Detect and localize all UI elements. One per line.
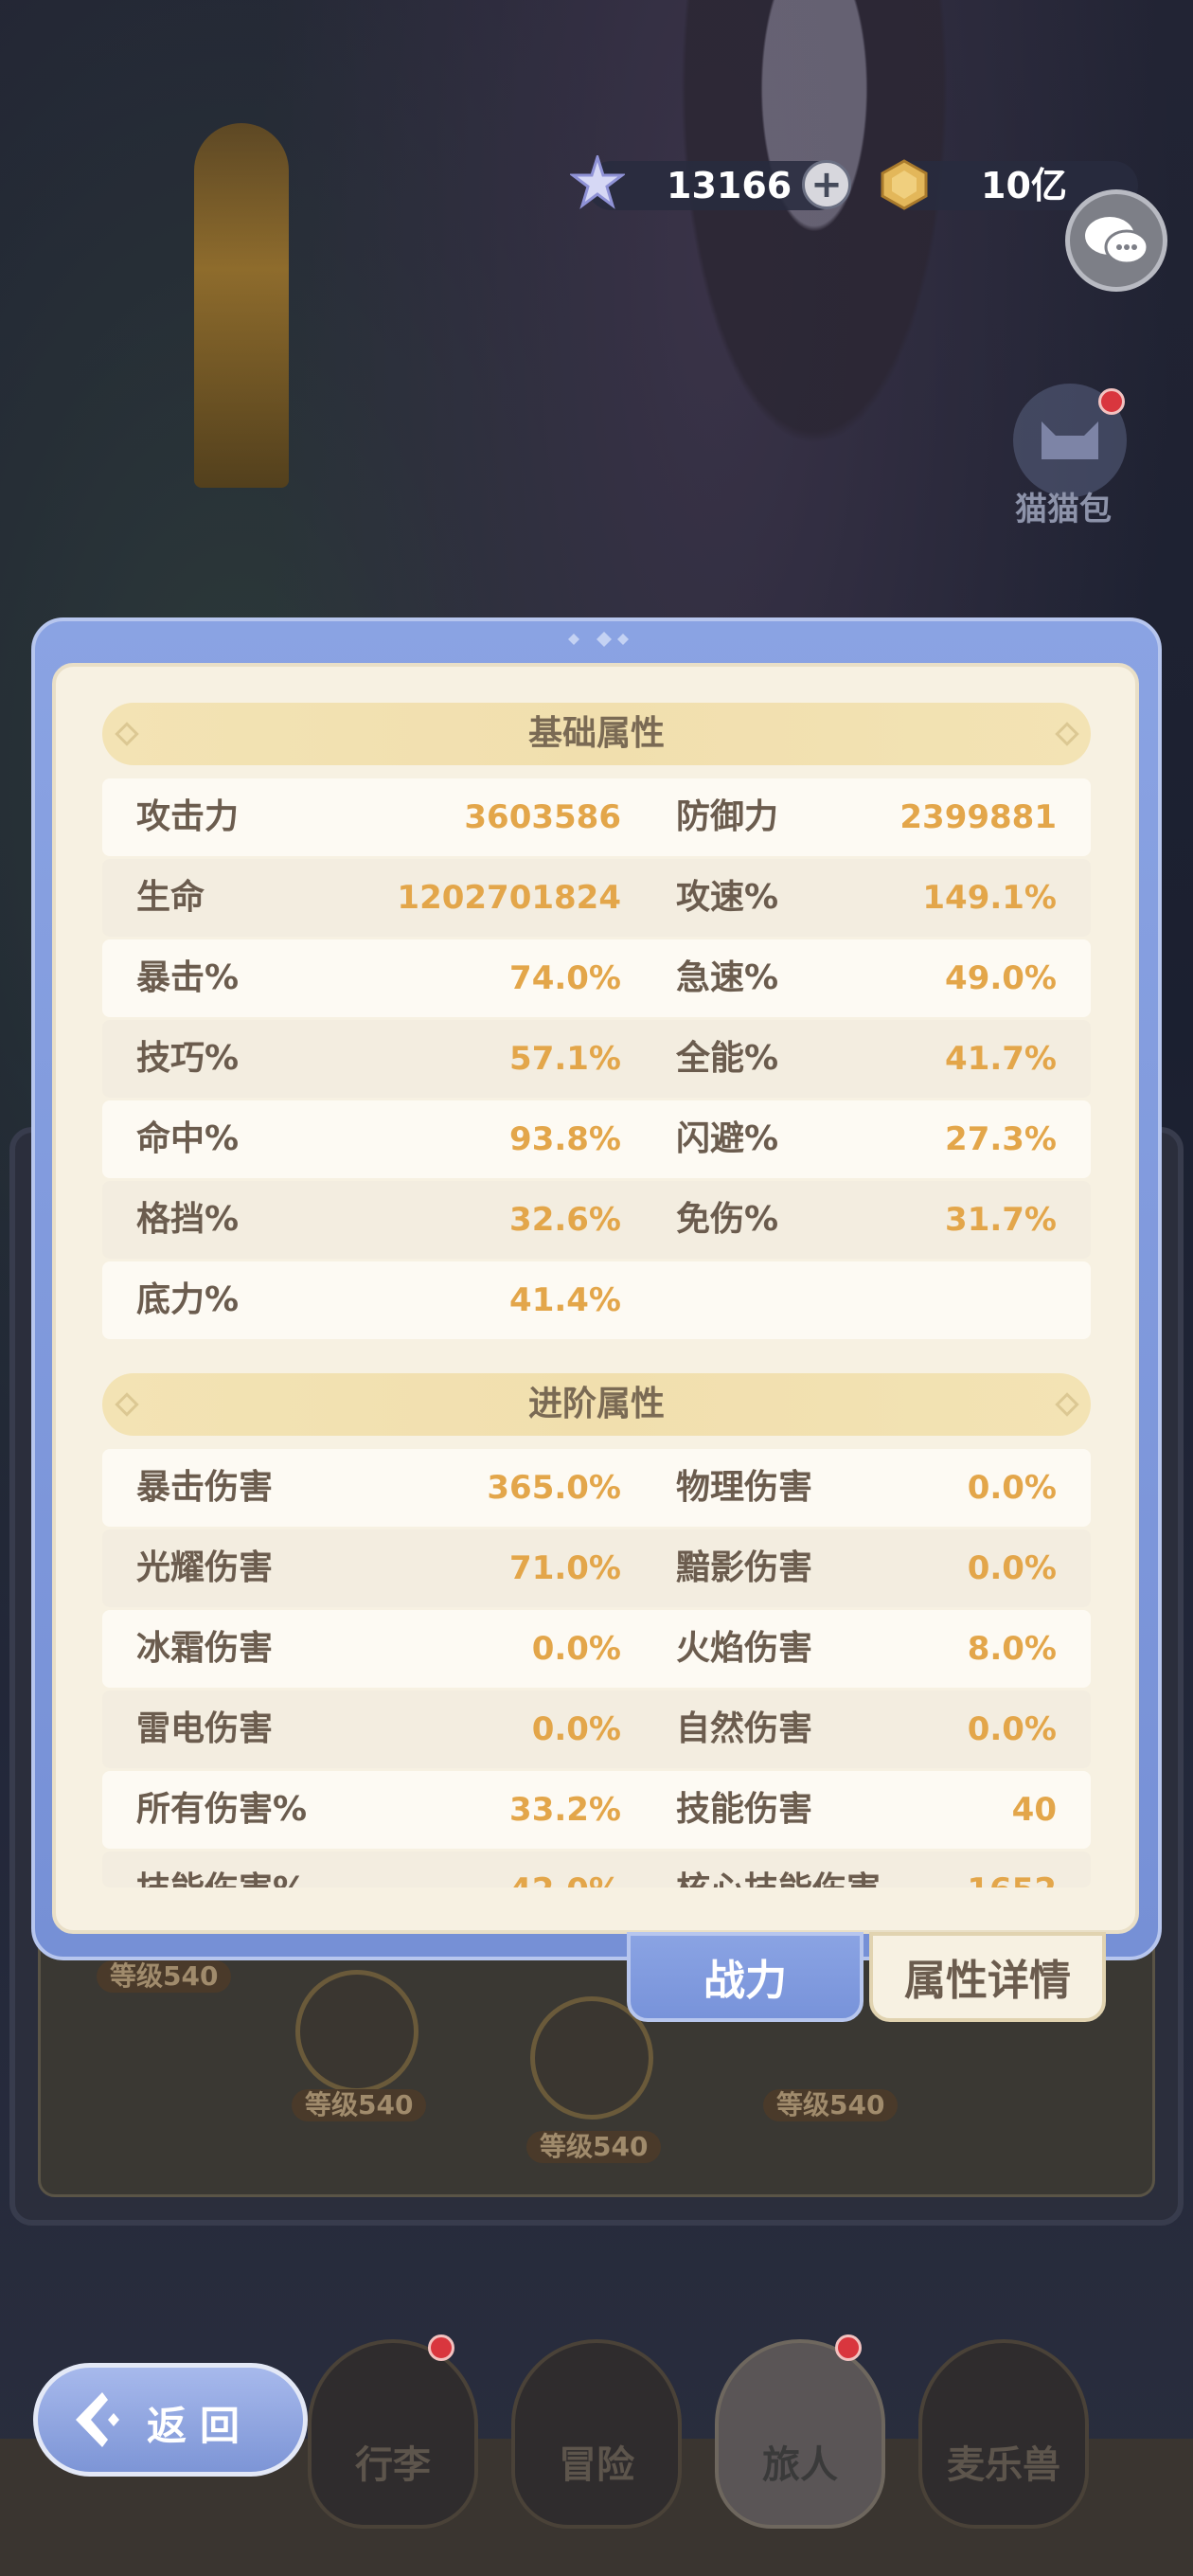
attribute-row: 技巧% 57.1% 全能% 41.7%	[102, 1020, 1091, 1098]
pet-level-badge: 等级540	[526, 2131, 662, 2163]
attribute-row: 暴击% 74.0% 急速% 49.0%	[102, 939, 1091, 1017]
attribute-name: 格挡%	[136, 1200, 240, 1239]
advanced-section-title: 进阶属性	[527, 1385, 665, 1423]
attribute-name: 暴击伤害	[136, 1468, 274, 1507]
attribute-name: 技能伤害	[676, 1790, 813, 1829]
attribute-name: 冰霜伤害	[136, 1629, 274, 1668]
attribute-value: 41.4%	[509, 1281, 621, 1319]
attribute-name: 光耀伤害	[136, 1548, 274, 1587]
attribute-row: 技能伤害%42.0%核心技能伤害1652	[102, 1852, 1091, 1887]
attribute-value: 0.0%	[531, 1630, 621, 1668]
attribute-value: 0.0%	[967, 1710, 1057, 1748]
notification-dot	[835, 2334, 862, 2361]
attribute-name: 防御力	[676, 797, 779, 836]
attribute-row: 暴击伤害 365.0% 物理伤害 0.0%	[102, 1449, 1091, 1527]
attribute-value: 149.1%	[922, 879, 1057, 917]
add-gems-button[interactable]: +	[802, 160, 851, 209]
attribute-name: 攻击力	[136, 797, 240, 836]
attribute-value: 0.0%	[967, 1469, 1057, 1507]
character-portrait	[663, 0, 966, 492]
attribute-value: 33.2%	[509, 1791, 621, 1829]
attribute-value: 27.3%	[945, 1120, 1057, 1158]
gem-amount: 13166	[667, 165, 792, 206]
diamond-ornament-icon	[568, 632, 629, 647]
attribute-name: 技巧%	[136, 1039, 240, 1078]
tab-details-label: 属性详情	[904, 1957, 1071, 2005]
attribute-value: 93.8%	[509, 1120, 621, 1158]
attribute-value: 1202701824	[397, 879, 621, 917]
attribute-row: 光耀伤害 71.0% 黯影伤害 0.0%	[102, 1530, 1091, 1607]
attribute-value: 40	[1011, 1791, 1057, 1829]
attribute-value: 3603586	[464, 798, 621, 836]
attribute-name: 雷电伤害	[136, 1709, 274, 1748]
attribute-name: 攻速%	[676, 878, 779, 917]
attribute-value: 1652	[810, 1852, 1057, 1887]
attribute-row: 生命 1202701824 攻速% 149.1%	[102, 859, 1091, 937]
attribute-value: 8.0%	[967, 1630, 1057, 1668]
attribute-row: 冰霜伤害 0.0% 火焰伤害 8.0%	[102, 1610, 1091, 1688]
attribute-value: 0.0%	[531, 1710, 621, 1748]
attribute-name: 急速%	[676, 958, 779, 997]
attribute-value: 71.0%	[509, 1549, 621, 1587]
attribute-value: 32.6%	[509, 1201, 621, 1239]
pet-slot[interactable]	[295, 1970, 418, 2093]
pet-level-badge: 等级540	[763, 2089, 899, 2121]
attribute-name: 火焰伤害	[676, 1629, 813, 1668]
attribute-value: 74.0%	[509, 959, 621, 997]
notification-dot	[428, 2334, 454, 2361]
chat-button[interactable]	[1065, 189, 1167, 292]
attribute-value: 41.7%	[945, 1040, 1057, 1078]
attribute-name: 生命	[136, 878, 205, 917]
attribute-row: 雷电伤害 0.0% 自然伤害 0.0%	[102, 1690, 1091, 1768]
back-arrow-icon	[76, 2392, 119, 2447]
pet-level-badge: 等级540	[292, 2089, 427, 2121]
chat-bubble-icon	[1085, 217, 1149, 265]
attribute-name: 黯影伤害	[676, 1548, 813, 1587]
nav-traveler-label: 旅人	[762, 2443, 838, 2487]
attribute-row: 攻击力 3603586 防御力 2399881	[102, 778, 1091, 856]
attribute-name: 所有伤害%	[136, 1790, 308, 1829]
background-doorway	[194, 123, 289, 488]
attribute-name: 免伤%	[676, 1200, 779, 1239]
attribute-name: 底力%	[136, 1280, 240, 1319]
attribute-value: 2399881	[899, 798, 1057, 836]
tab-power-label: 战力	[703, 1957, 787, 2005]
attribute-name: 闪避%	[676, 1119, 779, 1158]
attribute-value: 49.0%	[945, 959, 1057, 997]
attribute-name: 全能%	[676, 1039, 779, 1078]
attribute-name: 物理伤害	[676, 1468, 813, 1507]
attribute-name: 命中%	[136, 1119, 240, 1158]
attribute-name: 暴击%	[136, 958, 240, 997]
pet-level-badge: 等级540	[97, 1960, 232, 1993]
attribute-value: 0.0%	[967, 1549, 1057, 1587]
nav-luggage-label: 行李	[355, 2443, 431, 2487]
basic-section-title: 基础属性	[527, 714, 665, 753]
nav-adventure-label: 冒险	[559, 2443, 634, 2487]
gold-amount: 10亿	[981, 165, 1067, 206]
gold-coin-icon	[881, 159, 928, 210]
attribute-row: 底力% 41.4%	[102, 1261, 1091, 1339]
attribute-name: 自然伤害	[676, 1709, 813, 1748]
attribute-value: 365.0%	[487, 1469, 621, 1507]
attribute-row: 格挡% 32.6% 免伤% 31.7%	[102, 1181, 1091, 1259]
back-label: 返回	[147, 2403, 254, 2449]
attribute-name: 技能伤害%	[136, 1852, 307, 1887]
attribute-row: 命中% 93.8% 闪避% 27.3%	[102, 1100, 1091, 1178]
attribute-value: 42.0%	[375, 1852, 621, 1887]
nav-pet-label: 麦乐兽	[947, 2443, 1060, 2487]
crystal-star-icon	[570, 155, 625, 209]
attribute-value: 31.7%	[945, 1201, 1057, 1239]
attribute-row: 所有伤害% 33.2% 技能伤害 40	[102, 1771, 1091, 1849]
notification-dot	[1098, 388, 1125, 415]
attribute-value	[810, 1261, 1057, 1339]
attribute-value: 57.1%	[509, 1040, 621, 1078]
cat-bag-label: 猫猫包	[1015, 491, 1112, 528]
